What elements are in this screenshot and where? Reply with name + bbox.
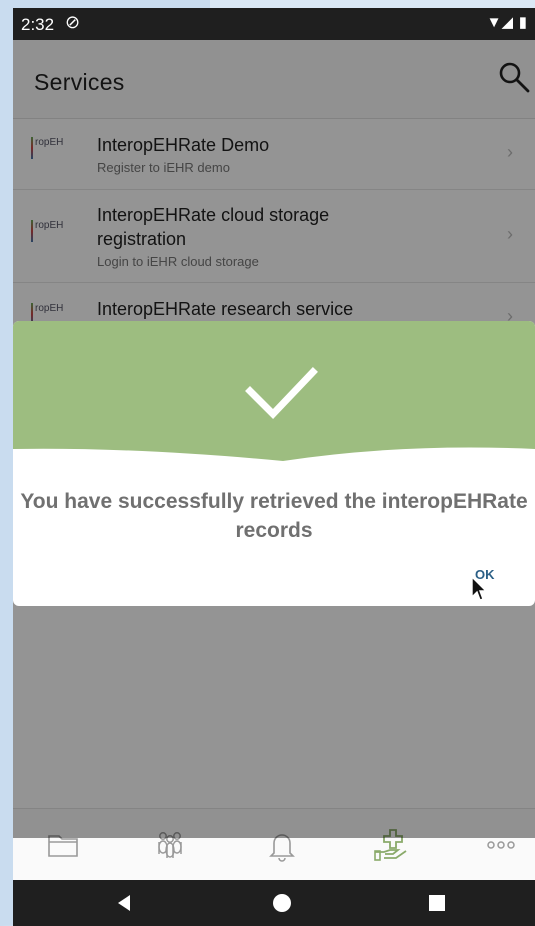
status-time: 2:32 bbox=[21, 15, 55, 34]
battery-icon: ▮ bbox=[518, 14, 527, 31]
wifi-icon: ▼◢ bbox=[486, 14, 513, 31]
success-dialog: You have successfully retrieved the inte… bbox=[13, 321, 535, 606]
sync-icon: ⊘ bbox=[65, 12, 81, 32]
mouse-cursor-icon bbox=[471, 575, 488, 601]
system-navigation-bar bbox=[13, 880, 535, 926]
phone-screen: 2:32 ⊘ ▼◢ ▮ Services ropEH InteropEHRate… bbox=[13, 8, 535, 926]
dialog-banner bbox=[13, 321, 535, 461]
back-icon[interactable] bbox=[109, 888, 139, 918]
recents-icon[interactable] bbox=[422, 888, 452, 918]
dialog-message: You have successfully retrieved the inte… bbox=[20, 490, 528, 542]
status-bar: 2:32 ⊘ ▼◢ ▮ bbox=[13, 8, 535, 40]
home-icon[interactable] bbox=[267, 888, 297, 918]
